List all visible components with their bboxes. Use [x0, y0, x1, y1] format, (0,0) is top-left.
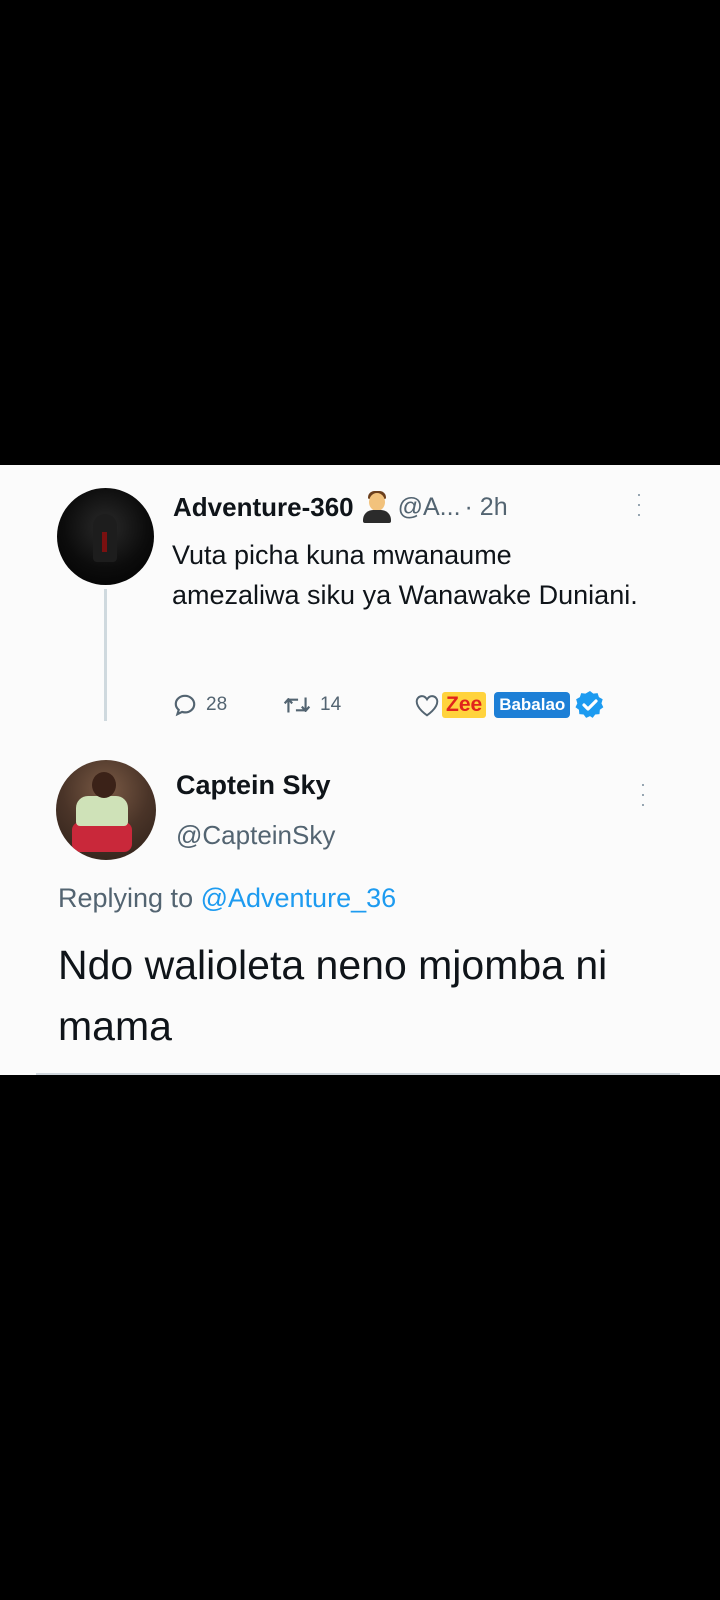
card-bottom-divider [36, 1073, 680, 1075]
tweet2-handle[interactable]: @CapteinSky [176, 820, 335, 851]
zee-watermark: Zee [442, 692, 487, 718]
captein-sky-avatar[interactable] [56, 760, 156, 860]
tweet1-display-name[interactable]: Adventure-360 [173, 492, 354, 523]
tweet1-action-bar: 28 14 Zee Babalao [172, 687, 606, 723]
retweet-count: 14 [320, 694, 342, 715]
man-technologist-emoji-icon [362, 491, 392, 523]
tweet1-text: Vuta picha kuna mwanaume amezaliwa siku … [172, 540, 638, 610]
verified-badge-icon [575, 691, 604, 718]
avatar-figure [93, 514, 117, 562]
thread-connector-line [104, 589, 107, 721]
tweet1-handle[interactable]: @A... [398, 493, 461, 522]
replying-mention-link[interactable]: @Adventure_36 [201, 883, 397, 913]
replying-to-line: Replying to @Adventure_36 [58, 883, 396, 914]
tweet2-display-name[interactable]: Captein Sky [176, 770, 331, 801]
tweet2-more-options-icon[interactable]: · · · [640, 775, 646, 813]
adventure-360-avatar[interactable] [57, 488, 154, 585]
reply-count: 28 [206, 694, 228, 715]
replying-prefix: Replying to [58, 883, 201, 913]
tweet2-text: Ndo walioleta neno mjomba ni mama [58, 942, 608, 1049]
tweet1-more-options-icon[interactable]: · · · [636, 485, 642, 523]
babalao-watermark: Babalao [494, 692, 571, 718]
reply-button[interactable]: 28 [172, 692, 282, 718]
heart-icon [415, 695, 439, 717]
retweet-button[interactable]: 14 [282, 692, 402, 718]
tweet1-timestamp[interactable]: · 2h [465, 493, 508, 522]
screenshot-card: Adventure-360 @A... · 2h · · · Vuta picha … [0, 465, 720, 1075]
retweet-icon [283, 697, 311, 713]
like-button[interactable] [414, 693, 440, 717]
tweet1-header: Adventure-360 @A... · 2h [173, 487, 508, 527]
reply-icon [174, 694, 196, 717]
